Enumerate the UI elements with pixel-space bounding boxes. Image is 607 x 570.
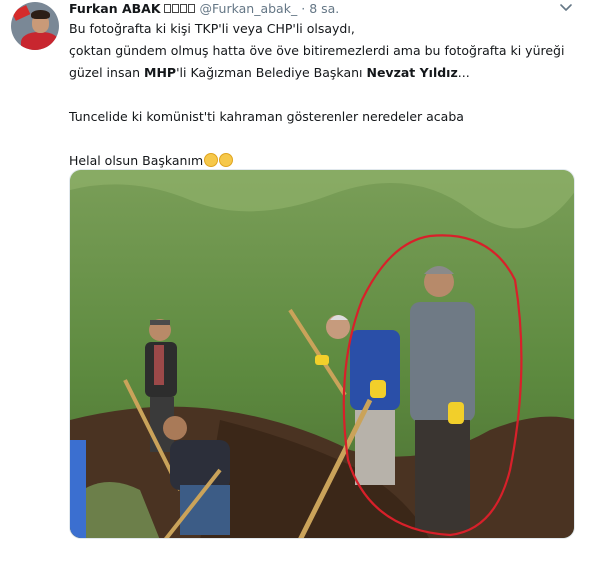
chevron-down-icon[interactable] [559,2,573,14]
tweet-photo[interactable] [69,169,575,539]
photo-scene [70,170,574,538]
tweet-line: Bu fotoğrafta ki kişi TKP'li veya CHP'li… [69,21,355,36]
tweet-line: Tuncelide ki komünist'ti kahraman göster… [69,109,464,124]
tweet-line: çoktan gündem olmuş hatta öve öve bitire… [69,43,565,58]
author-name[interactable]: Furkan ABAK [69,1,161,16]
separator-dot: · [301,0,306,16]
author-handle[interactable]: @Furkan_abak_ [200,1,298,16]
tweet-header: Furkan ABAK @Furkan_abak_ · 8 sa. [69,0,339,16]
avatar[interactable] [11,2,59,50]
author-name-symbols [163,3,195,13]
person-mention: Nevzat Yıldız [366,65,458,80]
clapping-hands-icon [219,153,234,167]
party-mention: MHP [144,65,177,80]
clapping-hands-icon [204,153,219,167]
timestamp[interactable]: 8 sa. [309,1,339,16]
tweet-line: güzel insan MHP'li Kağızman Belediye Baş… [69,65,470,80]
tweet-text: Bu fotoğrafta ki kişi TKP'li veya CHP'li… [69,18,589,172]
